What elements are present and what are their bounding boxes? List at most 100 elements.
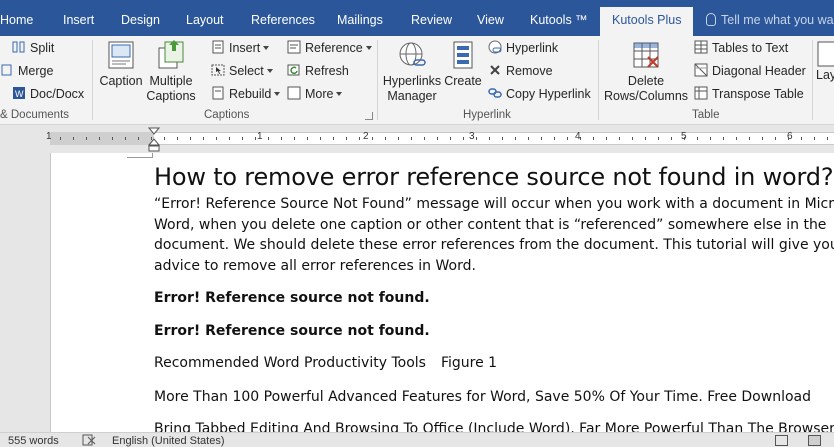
ruler-tick — [437, 137, 438, 140]
word-count[interactable]: 555 words — [8, 435, 59, 447]
tell-me-search[interactable]: Tell me what you want to do — [706, 9, 834, 31]
tell-me-text: Tell me what you want to do — [721, 13, 834, 27]
group-separator — [812, 40, 813, 120]
diagonal-header-button[interactable]: Diagonal Header — [694, 63, 806, 79]
ribbon: Split Merge W Doc/Docx & Documents Captio… — [0, 36, 834, 125]
select-caption-button[interactable]: Select — [211, 63, 273, 79]
hyperlink-button[interactable]: Hyperlink — [488, 40, 558, 56]
tab-layout[interactable]: Layout — [186, 9, 224, 31]
tab-insert[interactable]: Insert — [63, 9, 94, 31]
tables-to-text-button[interactable]: Tables to Text — [694, 40, 788, 56]
chevron-down-icon — [365, 46, 372, 50]
tab-design[interactable]: Design — [121, 9, 160, 31]
split-button[interactable]: Split — [12, 40, 54, 56]
ruler-tick — [463, 137, 464, 140]
transpose-table-label: Transpose Table — [712, 87, 804, 101]
tab-home[interactable]: Home — [0, 9, 33, 31]
copy-link-icon — [488, 88, 502, 98]
reference-icon — [287, 40, 301, 54]
more-button[interactable]: More — [287, 86, 343, 102]
ruler-number: 3 — [469, 131, 475, 142]
merge-button[interactable]: Merge — [1, 63, 54, 79]
documents-group-label: & Documents — [0, 109, 70, 121]
reference-button[interactable]: Reference — [287, 40, 372, 56]
figure-label: Figure 1 — [440, 355, 498, 371]
create-hyperlink-button[interactable]: Create — [444, 40, 482, 89]
error-reference-line: Error! Reference source not found. — [154, 290, 430, 306]
insert-icon — [212, 40, 224, 54]
remove-label: Remove — [506, 64, 553, 78]
ruler-number: 1 — [257, 131, 263, 142]
refresh-icon — [287, 64, 300, 76]
print-layout-icon[interactable] — [808, 435, 821, 446]
ruler-tick — [645, 137, 646, 140]
indent-marker-icon[interactable] — [148, 127, 160, 153]
select-caption-label: Select — [229, 64, 264, 78]
doc-docx-button[interactable]: W Doc/Docx — [12, 86, 84, 102]
captions-dialog-launcher-icon[interactable] — [365, 112, 373, 120]
ruler-tick — [138, 137, 139, 140]
rebuild-caption-label: Rebuild — [229, 87, 272, 101]
copy-hyperlink-label: Copy Hyperlink — [506, 87, 591, 101]
reference-label: Reference — [305, 41, 363, 55]
transpose-table-button[interactable]: Transpose Table — [694, 86, 804, 102]
copy-hyperlink-button[interactable]: Copy Hyperlink — [488, 86, 591, 102]
merge-label: Merge — [18, 64, 54, 78]
tab-references[interactable]: References — [251, 9, 315, 31]
language-indicator[interactable]: English (United States) — [112, 435, 225, 447]
hyperlink-label: Hyperlink — [506, 41, 559, 55]
ruler-tick — [73, 137, 74, 140]
ruler-tick — [801, 137, 802, 140]
tab-kutools[interactable]: Kutools ™ — [530, 9, 588, 31]
ruler-tick — [125, 137, 126, 140]
caption-button[interactable]: Caption — [98, 40, 144, 89]
ruler-tick — [567, 137, 568, 140]
ruler-tick — [671, 137, 672, 140]
ruler-tick — [385, 137, 386, 140]
proofing-icon[interactable] — [82, 434, 96, 446]
insert-caption-button[interactable]: Insert — [211, 40, 270, 56]
ruler-tick — [398, 137, 399, 140]
group-separator — [92, 40, 93, 120]
hyperlinks-manager-button[interactable]: Hyperlinks Manager — [380, 40, 444, 104]
layout-button[interactable]: Lay — [816, 40, 834, 83]
multiple-captions-button[interactable]: Multiple Captions — [146, 38, 196, 104]
tab-view[interactable]: View — [477, 9, 504, 31]
tables-to-text-label: Tables to Text — [712, 41, 789, 55]
horizontal-ruler[interactable]: 1 1 2 3 4 5 6 — [0, 125, 834, 153]
rebuild-caption-button[interactable]: Rebuild — [211, 86, 281, 102]
tab-review[interactable]: Review — [411, 9, 452, 31]
ruler-tick — [190, 137, 191, 140]
table-text-icon — [694, 40, 708, 54]
ruler-tick — [502, 137, 503, 140]
chevron-down-icon — [336, 92, 343, 96]
remove-link-icon — [490, 65, 500, 75]
ruler-tick — [684, 137, 685, 140]
tab-mailings[interactable]: Mailings — [337, 9, 383, 31]
lightbulb-icon — [706, 13, 716, 26]
ruler-tick — [359, 137, 360, 140]
hyperlink-group-label: Hyperlink — [463, 109, 511, 121]
ruler-tick — [723, 137, 724, 140]
split-icon — [12, 41, 25, 53]
remove-hyperlink-button[interactable]: Remove — [488, 63, 553, 79]
delete-rows-columns-button[interactable]: Delete Rows/Columns — [604, 40, 688, 104]
tab-kutools-plus[interactable]: Kutools Plus — [600, 7, 694, 36]
ruler-track — [50, 132, 834, 145]
multiple-captions-icon — [158, 40, 184, 69]
ruler-tick — [281, 137, 282, 140]
ruler-tick — [489, 137, 490, 140]
delete-rows-columns-label-2: Rows/Columns — [604, 89, 689, 103]
ruler-tick — [554, 137, 555, 140]
rebuild-icon — [212, 86, 224, 100]
read-mode-icon[interactable] — [775, 435, 788, 446]
ruler-tick — [697, 137, 698, 140]
hyperlinks-manager-label-1: Hyperlinks — [382, 74, 442, 88]
ruler-tick — [775, 137, 776, 140]
ruler-tick — [346, 137, 347, 140]
document-body[interactable]: How to remove error reference source not… — [154, 160, 834, 440]
ruler-tick — [736, 137, 737, 140]
ruler-tick — [307, 137, 308, 140]
create-label: Create — [444, 74, 482, 88]
refresh-button[interactable]: Refresh — [287, 63, 349, 79]
